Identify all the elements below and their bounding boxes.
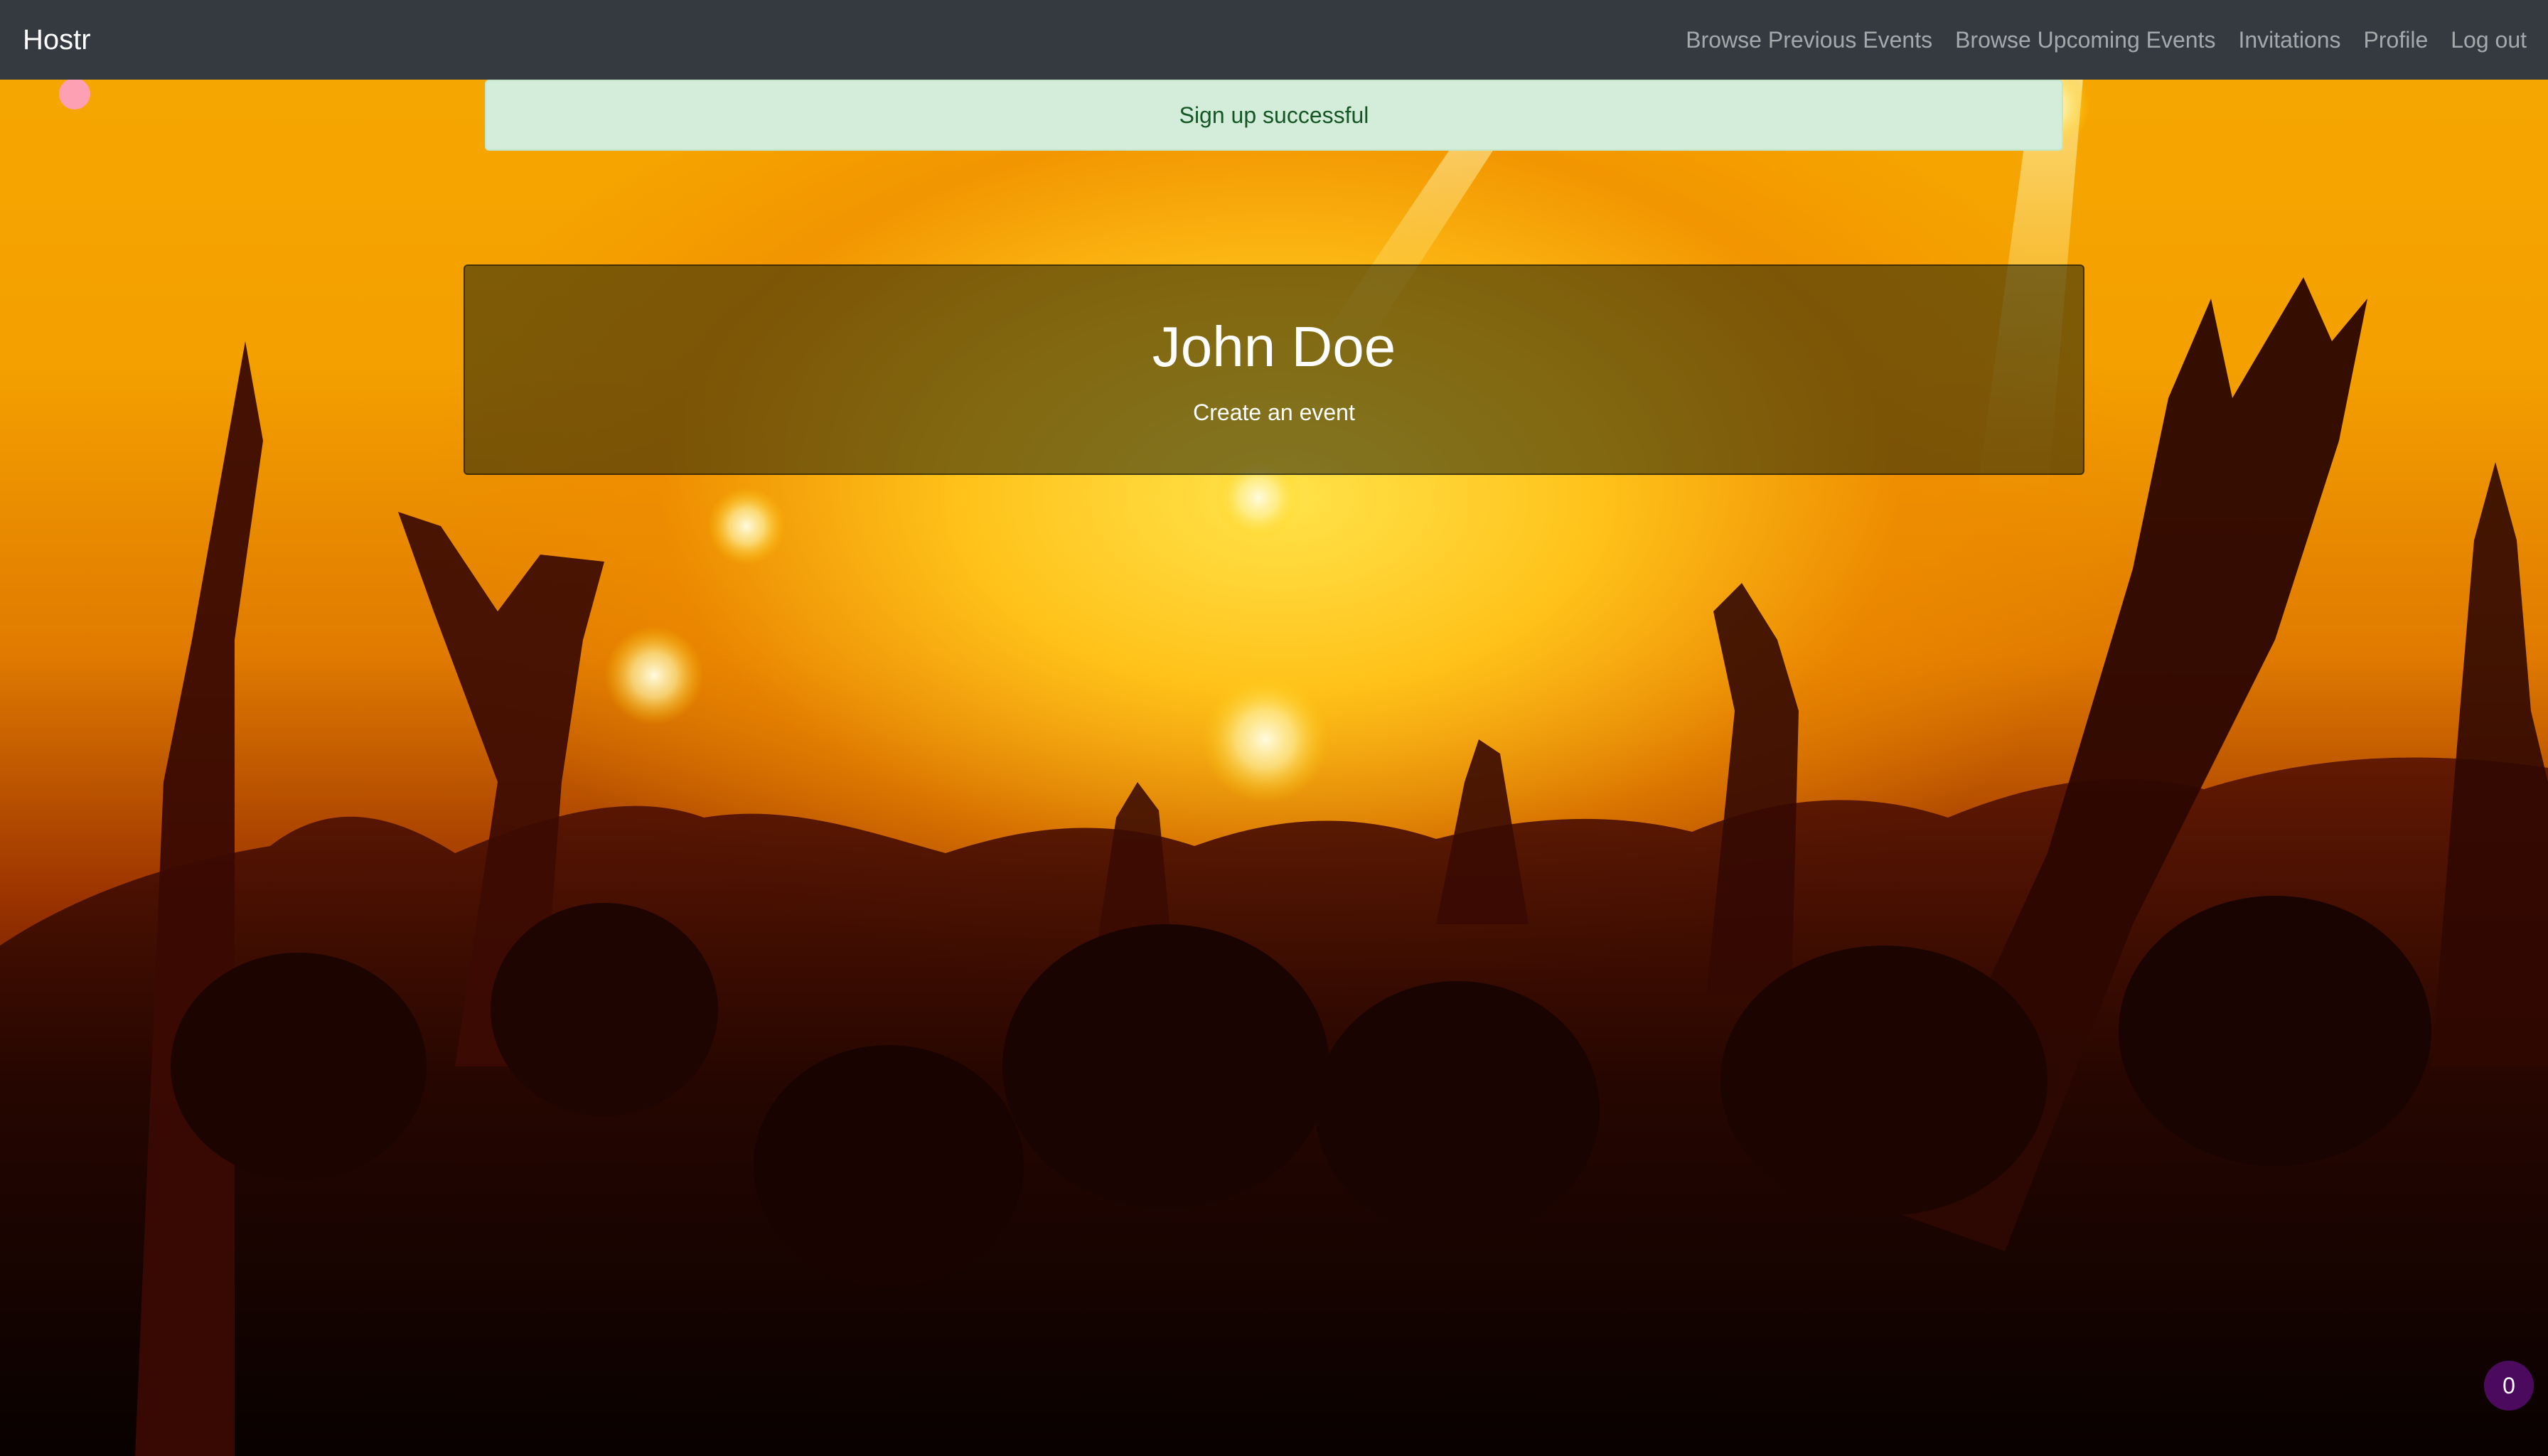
stage-light [604, 626, 704, 725]
notification-count-badge[interactable]: 0 [2484, 1361, 2534, 1410]
create-event-link[interactable]: Create an event [1193, 400, 1355, 426]
top-navbar: Hostr Browse Previous Events Browse Upco… [0, 0, 2548, 80]
crowd-head [171, 953, 427, 1180]
crowd-head [1720, 946, 2048, 1216]
background-concert-image [0, 0, 2548, 1456]
nav-profile[interactable]: Profile [2364, 27, 2429, 53]
crowd-head [1002, 924, 1329, 1209]
stage-light [59, 78, 90, 109]
nav-browse-previous-events[interactable]: Browse Previous Events [1686, 27, 1932, 53]
crowd-head [2119, 896, 2431, 1166]
stage-light [1201, 675, 1329, 803]
notification-count: 0 [2502, 1372, 2515, 1398]
nav-invitations[interactable]: Invitations [2238, 27, 2340, 53]
crowd-head [754, 1045, 1024, 1287]
nav-log-out[interactable]: Log out [2451, 27, 2527, 53]
profile-name-heading: John Doe [1152, 315, 1396, 378]
nav-links: Browse Previous Events Browse Upcoming E… [1663, 27, 2527, 53]
crowd-silhouette [0, 64, 2548, 1456]
profile-jumbotron: John Doe Create an event [464, 264, 2084, 475]
stage-light [707, 487, 786, 565]
brand-logo-link[interactable]: Hostr [23, 24, 91, 56]
signup-success-alert: Sign up successful [485, 80, 2063, 151]
crowd-head [491, 903, 718, 1116]
alert-message: Sign up successful [1179, 102, 1369, 128]
crowd-head [1315, 981, 1600, 1237]
raised-hand [1706, 583, 1799, 995]
nav-browse-upcoming-events[interactable]: Browse Upcoming Events [1955, 27, 2215, 53]
